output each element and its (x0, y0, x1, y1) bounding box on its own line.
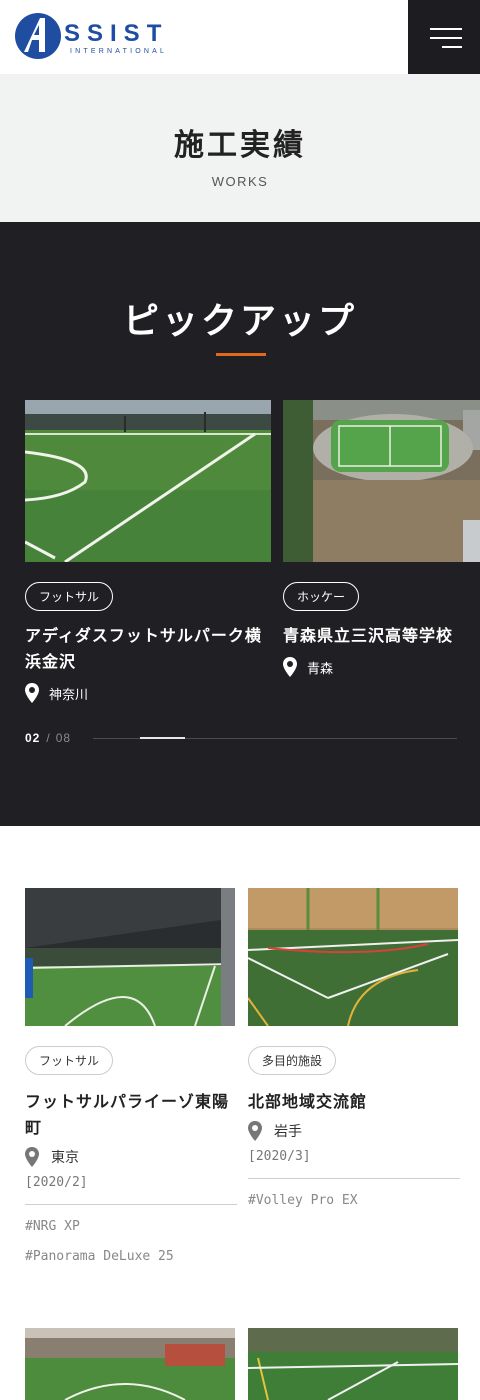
menu-line-icon (430, 28, 462, 30)
outdoor-field-photo (248, 1328, 458, 1400)
page-subtitle: WORKS (211, 174, 269, 189)
logo-subtext: INTERNATIONAL (70, 48, 168, 55)
page-title: 施工実績 (174, 128, 306, 163)
project-name[interactable]: 北部地域交流館 (248, 1089, 458, 1115)
project-location: 神奈川 (25, 683, 271, 703)
works-card[interactable]: 多目的施設 北部地域交流館 岩手 [2020/3] #Volley Pro EX (248, 888, 460, 1209)
logo-mark-icon (15, 13, 61, 59)
page-title-band: 施工実績 WORKS (0, 74, 480, 222)
pickup-card[interactable]: ホッケー 青森県立三沢高等学校 青森 (283, 400, 480, 677)
category-tag[interactable]: 多目的施設 (248, 1046, 337, 1075)
menu-line-icon (430, 37, 462, 39)
location-label: 青森 (307, 661, 334, 677)
works-card-next[interactable] (25, 1328, 235, 1400)
location-pin-icon (25, 1147, 39, 1167)
card-divider (248, 1178, 460, 1179)
multipurpose-hall-photo (248, 888, 458, 1026)
hashtag-link[interactable]: #NRG XP (25, 1219, 235, 1235)
pickup-section: ピックアップ フットサル アディダスフットサルパーク横浜金沢 神奈川 ホッケー … (0, 222, 480, 826)
pickup-heading-underline (216, 353, 266, 356)
location-label: 神奈川 (49, 687, 89, 703)
location-pin-icon (25, 683, 39, 703)
project-name[interactable]: アディダスフットサルパーク横浜金沢 (25, 623, 271, 675)
location-pin-icon (283, 657, 297, 677)
location-label: 岩手 (274, 1124, 302, 1140)
pager-current: 02 (25, 731, 41, 745)
hockey-field-aerial-photo (283, 400, 480, 562)
hashtag-link[interactable]: #Panorama DeLuxe 25 (25, 1249, 235, 1265)
pickup-card[interactable]: フットサル アディダスフットサルパーク横浜金沢 神奈川 (25, 400, 271, 703)
category-tag[interactable]: フットサル (25, 1046, 114, 1075)
site-header: SSIST INTERNATIONAL (0, 0, 480, 74)
logo-text: SSIST (64, 20, 169, 47)
indoor-futsal-photo (25, 888, 235, 1026)
location-label: 東京 (51, 1150, 79, 1166)
project-location: 岩手 (248, 1121, 458, 1141)
hashtag-link[interactable]: #Volley Pro EX (248, 1193, 458, 1209)
hamburger-menu-button[interactable] (408, 0, 480, 74)
slider-progress-thumb[interactable] (140, 737, 185, 739)
works-card[interactable]: フットサル フットサルパライーゾ東陽町 東京 [2020/2] #NRG XP … (25, 888, 237, 1265)
location-pin-icon (248, 1121, 262, 1141)
project-name[interactable]: 青森県立三沢高等学校 (283, 623, 480, 649)
category-tag[interactable]: フットサル (25, 582, 114, 611)
works-card-next[interactable] (248, 1328, 458, 1400)
assist-logo[interactable]: SSIST INTERNATIONAL (14, 12, 174, 62)
project-date: [2020/3] (248, 1149, 311, 1164)
project-name[interactable]: フットサルパライーゾ東陽町 (25, 1089, 235, 1141)
slider-pager: 02 / 08 (25, 731, 71, 745)
project-location: 東京 (25, 1147, 235, 1167)
category-tag[interactable]: ホッケー (283, 582, 360, 611)
rooftop-court-photo (25, 1328, 235, 1400)
pager-separator: / (46, 731, 50, 745)
card-divider (25, 1204, 237, 1205)
project-date: [2020/2] (25, 1175, 88, 1190)
menu-line-icon (442, 46, 462, 48)
project-location: 青森 (283, 657, 480, 677)
pager-total: 08 (55, 731, 72, 745)
pickup-heading: ピックアップ (122, 301, 357, 342)
futsal-court-photo (25, 400, 271, 562)
